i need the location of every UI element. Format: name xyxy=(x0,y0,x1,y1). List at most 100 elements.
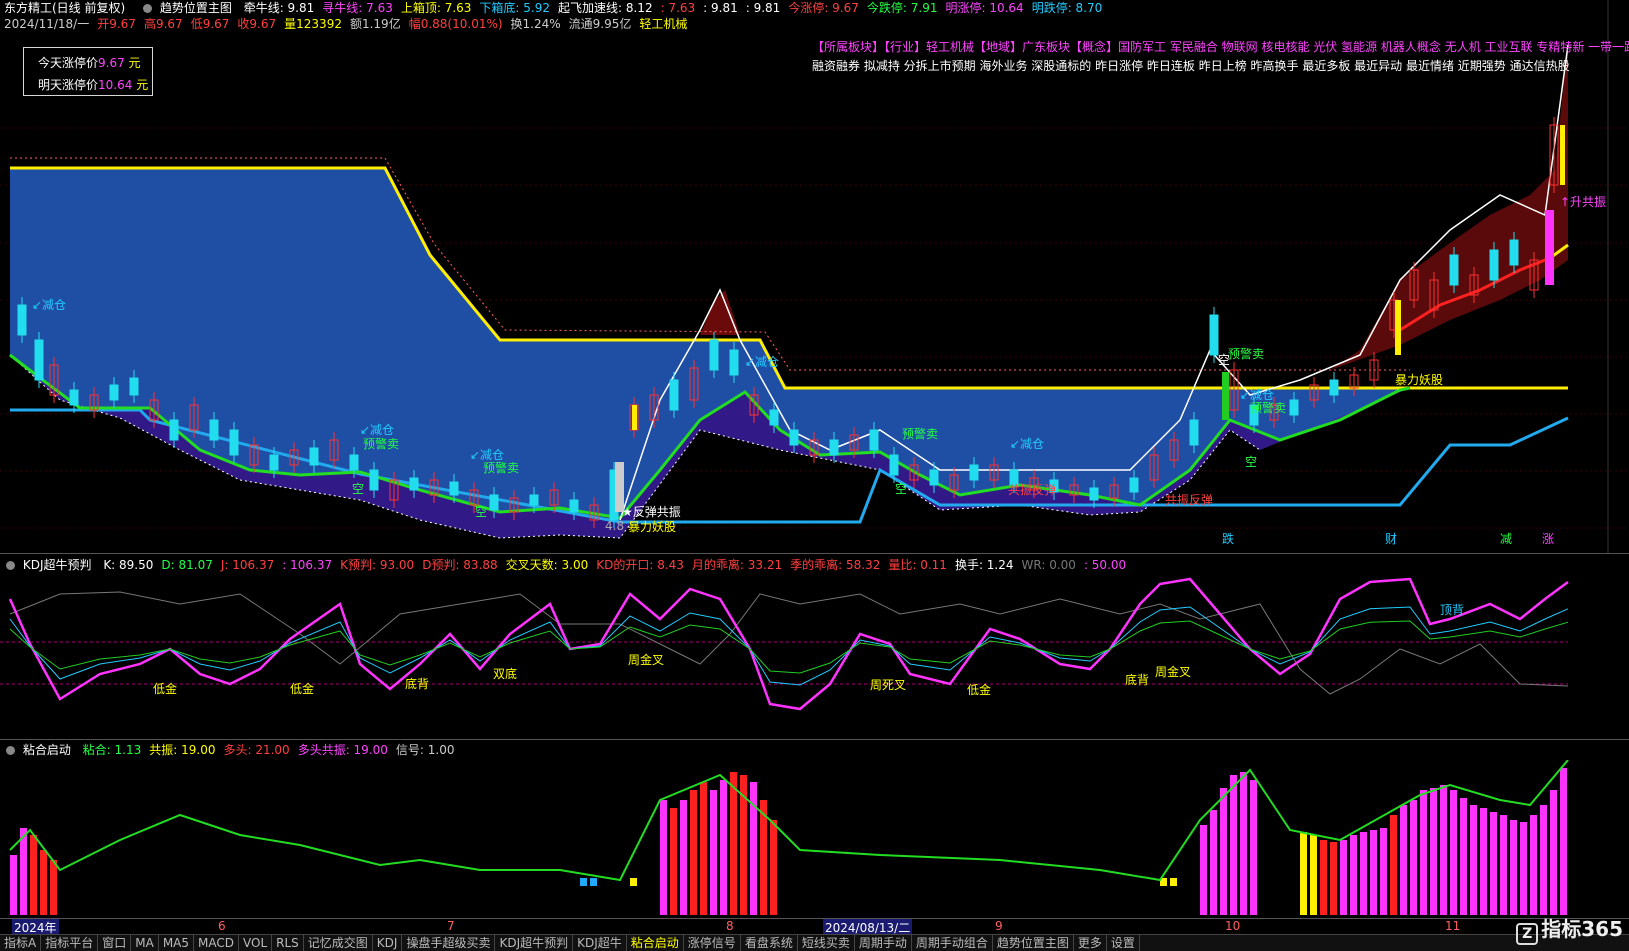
date-axis: 2024年 6 7 8 2024/08/13/二 9 10 11 xyxy=(0,918,1629,936)
date-tick-5: 9 xyxy=(995,919,1003,933)
nian-bar-49 xyxy=(1560,768,1567,915)
tab-18[interactable]: 周期手动组合 xyxy=(912,935,993,951)
candle-44 xyxy=(889,454,899,476)
signal-label-23: 跌 xyxy=(1222,532,1235,546)
tab-10[interactable]: 操盘手超级买卖 xyxy=(402,935,496,951)
kdj-value-0: K: 89.50 xyxy=(103,558,154,572)
today-limit-unit: 元 xyxy=(128,56,141,70)
kdj-chart[interactable] xyxy=(0,574,1629,739)
nian-bar-25 xyxy=(1320,840,1327,915)
candle-39 xyxy=(789,429,799,446)
tab-11[interactable]: KDJ超牛预判 xyxy=(495,935,574,951)
candle-26 xyxy=(529,494,539,506)
candle-54 xyxy=(1089,487,1099,501)
tab-14[interactable]: 涨停信号 xyxy=(684,935,741,951)
kdj-signal-label-8: 周金叉 xyxy=(1155,665,1192,679)
nian-bar-42 xyxy=(1490,812,1497,915)
nian-bar-11 xyxy=(720,780,727,915)
nian-bar-31 xyxy=(1380,828,1387,915)
tab-8[interactable]: 记忆成交图 xyxy=(304,935,373,951)
tab-0[interactable]: 指标A xyxy=(0,935,42,951)
date-tick-2: 7 xyxy=(447,919,455,933)
tab-13[interactable]: 粘合启动 xyxy=(627,935,684,951)
nian-mini-bar-0 xyxy=(580,878,587,886)
nian-bar-16 xyxy=(770,820,777,915)
peak-zone xyxy=(700,290,740,335)
limit-price-box: 今天涨停价9.67 元 明天涨停价10.64 元 xyxy=(23,47,153,96)
candle-28 xyxy=(569,499,579,513)
nian-bar-22 xyxy=(1250,780,1257,915)
kdj-signal-label-1: 低金 xyxy=(290,682,315,696)
signal-label-6: 预警卖 xyxy=(902,427,939,441)
nian-bar-37 xyxy=(1440,785,1447,915)
nian-bar-24 xyxy=(1310,835,1317,915)
tab-1[interactable]: 指标平台 xyxy=(41,935,99,951)
signal-label-14: 4.8 xyxy=(605,519,625,533)
signal-label-7: ↙减仓 xyxy=(1010,437,1045,451)
kdj-value-3: : 106.37 xyxy=(282,558,333,572)
nian-mini-bar-1 xyxy=(590,878,597,886)
tab-7[interactable]: RLS xyxy=(272,935,304,951)
tab-4[interactable]: MA5 xyxy=(159,935,195,951)
candle-36 xyxy=(729,349,739,376)
tab-5[interactable]: MACD xyxy=(194,935,239,951)
signal-label-21: 共振反弹 xyxy=(1008,483,1057,497)
today-limit-row: 今天涨停价9.67 元 xyxy=(38,54,141,71)
date-tick-1: 6 xyxy=(218,919,226,933)
tab-15[interactable]: 看盘系统 xyxy=(741,935,798,951)
candle-60 xyxy=(1209,314,1219,356)
tab-9[interactable]: KDJ xyxy=(373,935,403,951)
nian-bar-21 xyxy=(1240,772,1247,915)
tab-16[interactable]: 短线买卖 xyxy=(798,935,855,951)
kdj-value-12: WR: 0.00 xyxy=(1021,558,1076,572)
pane-divider[interactable] xyxy=(0,553,1629,554)
signal-label-19: 空 xyxy=(1218,353,1231,367)
candle-41 xyxy=(829,439,839,456)
tab-21[interactable]: 设置 xyxy=(1107,935,1140,951)
tab-6[interactable]: VOL xyxy=(239,935,273,951)
candle-11 xyxy=(229,429,239,456)
nian-bar-7 xyxy=(680,800,687,915)
nian-bar-2 xyxy=(30,835,37,915)
candle-3 xyxy=(69,389,79,406)
nian-bar-34 xyxy=(1410,800,1417,915)
kdj-value-4: K预判: 93.00 xyxy=(340,558,415,572)
tab-19[interactable]: 趋势位置主图 xyxy=(993,935,1074,951)
main-chart[interactable] xyxy=(0,0,1629,555)
tab-2[interactable]: 窗口 xyxy=(98,935,132,951)
kdj-signal-label-2: 底背 xyxy=(405,677,430,691)
candle-35 xyxy=(709,339,719,371)
nian-settings-icon[interactable] xyxy=(6,746,15,755)
nian-values: 粘合: 1.13 共振: 19.00 多头: 21.00 多头共振: 19.00 信号:… xyxy=(83,743,463,757)
d-line xyxy=(9,620,1569,674)
brand-logo: Z 指标365 xyxy=(1516,913,1623,945)
tab-3[interactable]: MA xyxy=(131,935,159,951)
kdj-title[interactable]: KDJ超牛预判 xyxy=(23,557,92,573)
kdj-value-10: 量比: 0.11 xyxy=(888,558,947,572)
tab-20[interactable]: 更多 xyxy=(1074,935,1107,951)
nian-chart[interactable] xyxy=(0,760,1629,925)
nian-bar-36 xyxy=(1430,788,1437,915)
candle-46 xyxy=(929,469,939,486)
concept-line-1: 【所属板块】【行业】轻工机械【地域】广东板块【概念】国防军工 军民融合 物联网 … xyxy=(812,40,1629,54)
nian-bar-18 xyxy=(1210,810,1217,915)
tab-17[interactable]: 周期手动 xyxy=(855,935,912,951)
candle-5 xyxy=(109,384,119,401)
kdj-settings-icon[interactable] xyxy=(6,561,15,570)
nian-bar-40 xyxy=(1470,805,1477,915)
nian-title[interactable]: 粘合启动 xyxy=(23,742,71,758)
signal-label-26: 涨 xyxy=(1542,532,1555,546)
candle-10 xyxy=(209,419,219,441)
tomorrow-limit-label: 明天涨停价 xyxy=(38,78,99,92)
signal-label-25: 减 xyxy=(1500,532,1513,546)
kdj-value-13: : 50.00 xyxy=(1083,558,1127,572)
candle-1 xyxy=(34,339,44,381)
nian-mini-bar-4 xyxy=(1170,878,1177,886)
kdj-value-11: 换手: 1.24 xyxy=(954,558,1014,572)
candle-13 xyxy=(269,454,279,471)
signal-bar-5 xyxy=(1560,125,1565,185)
tab-12[interactable]: KDJ超牛 xyxy=(573,935,627,951)
pane-divider-2[interactable] xyxy=(0,739,1629,740)
signal-label-8: 预警卖 xyxy=(1228,347,1265,361)
signal-label-4: 预警卖 xyxy=(483,461,520,475)
